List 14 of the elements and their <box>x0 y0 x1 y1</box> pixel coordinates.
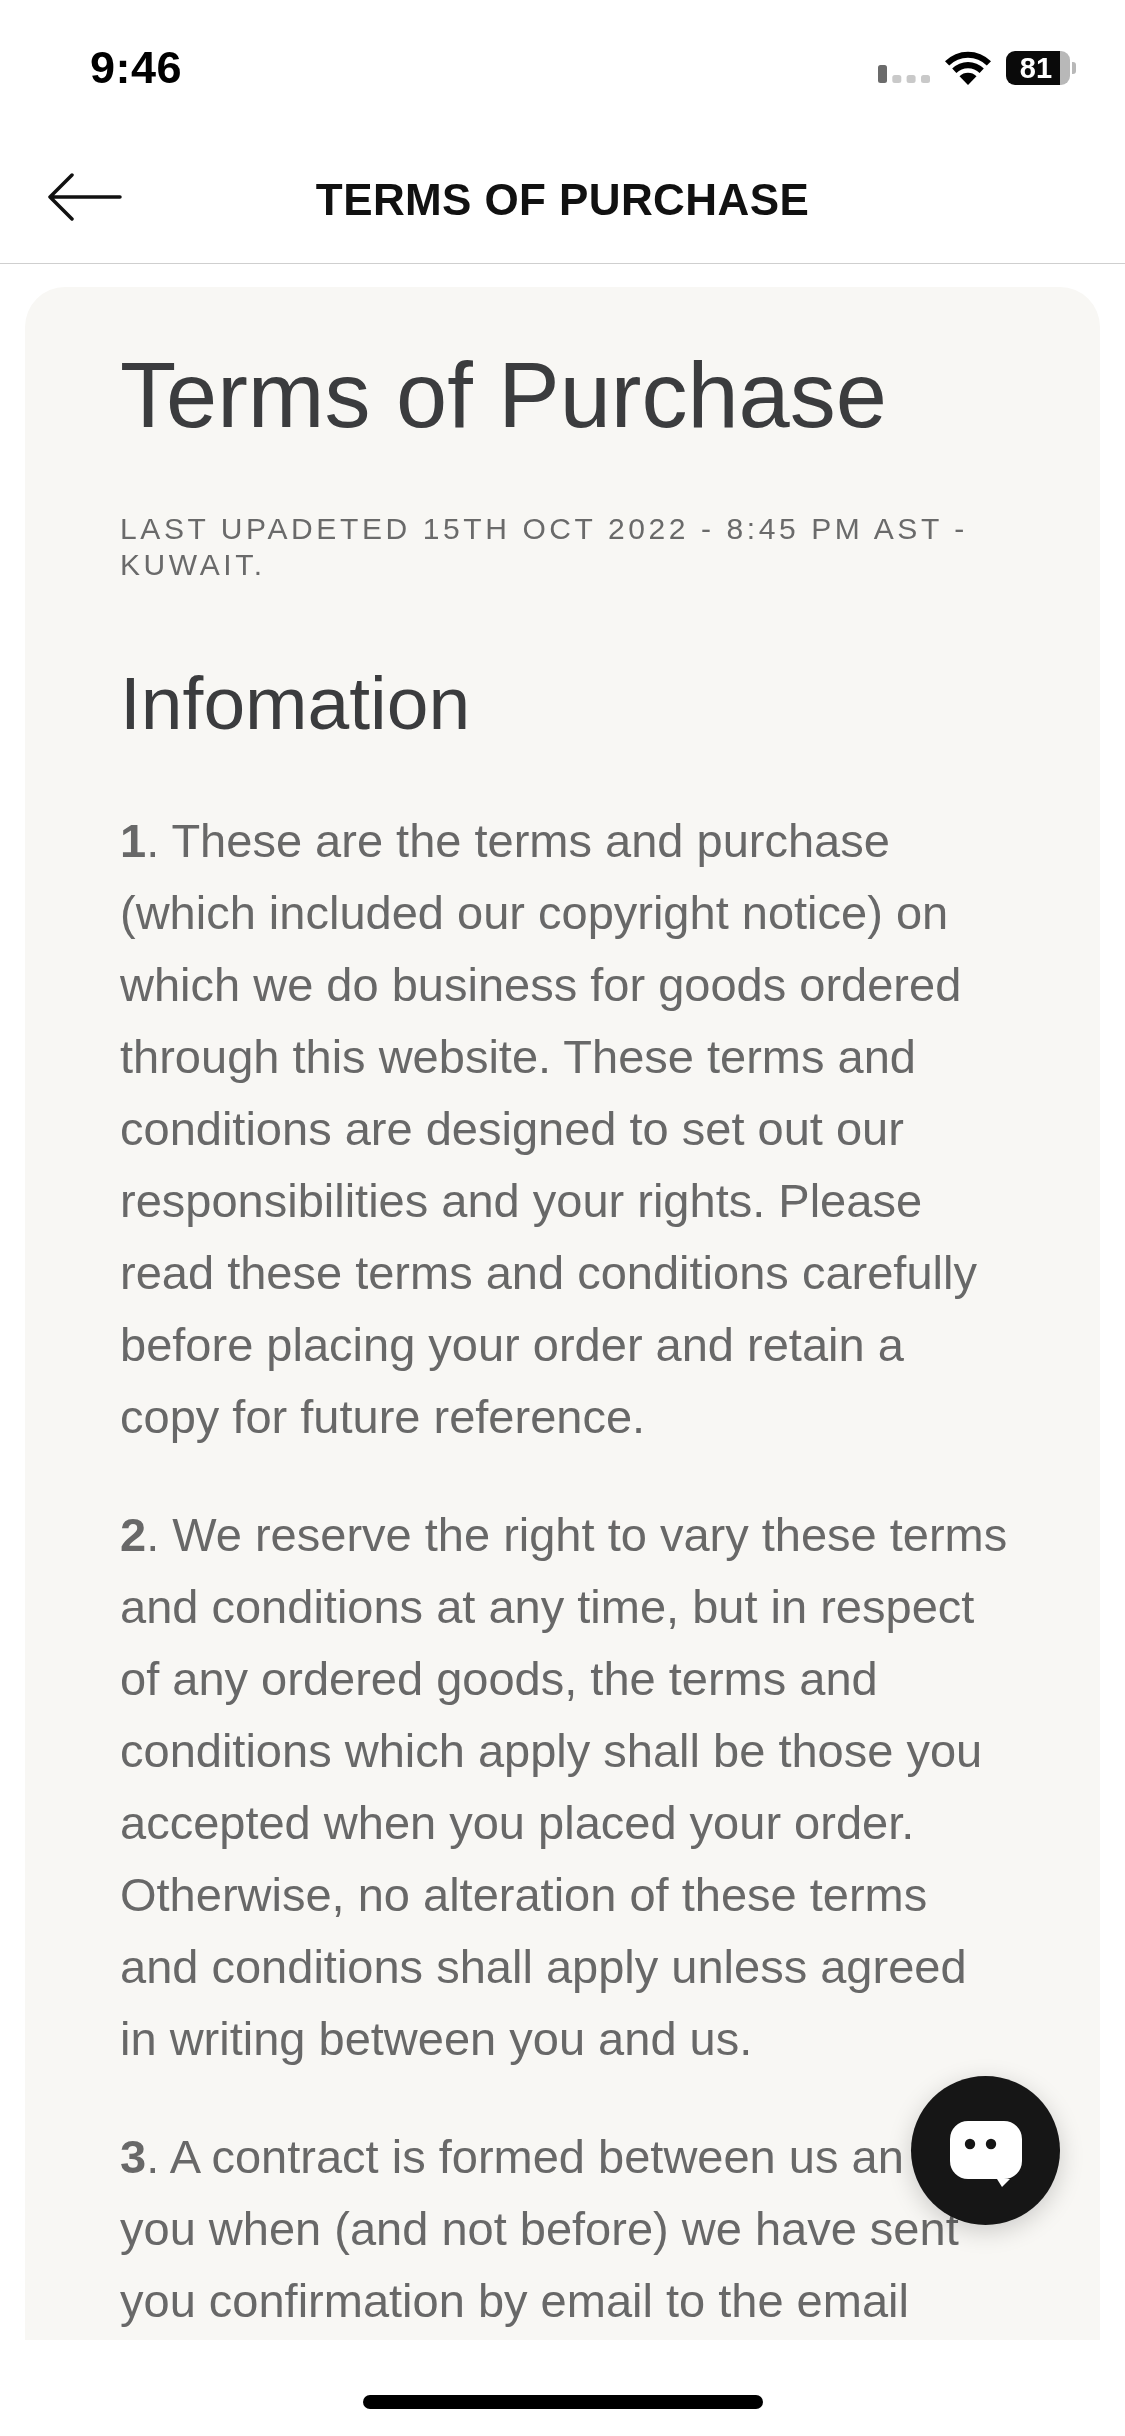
page-title: Terms of Purchase <box>120 345 888 445</box>
last-updated-text: LAST UPADETED 15TH OCT 2022 - 8:45 PM AST - KUWAIT. <box>120 511 969 583</box>
section-heading: Infomation <box>120 661 472 745</box>
cellular-signal-icon <box>878 65 930 83</box>
back-button[interactable] <box>48 173 122 221</box>
wifi-icon <box>945 51 991 85</box>
screen-title: TERMS OF PURCHASE <box>315 174 810 225</box>
chat-bubble-icon <box>949 2120 1022 2187</box>
status-time: 9:46 <box>90 42 183 94</box>
terms-paragraph: 2. We reserve the right to vary these terms and conditions at any time, but in respect of any ordered goods, the terms and conditions which apply shall be those you accepted when you placed your order. Otherwise, no alteration of these terms and conditions shall apply unless agreed in writing between you and us. <box>120 1507 1008 2067</box>
back-arrow-icon <box>48 173 122 221</box>
battery-percentage: 81 <box>1019 53 1053 83</box>
terms-paragraph: 3. A contract is formed between us an you when (and not before) we have sent you confirmation by email to the email <box>120 2129 959 2329</box>
terms-paragraph: 1. These are the terms and purchase (which included our copyright notice) on which we do business for goods ordered through this website. These terms and conditions are designed to set out our responsibilities and your rights. Please read these terms and conditions carefully before placing your order and retain a copy for future reference. <box>120 813 977 1445</box>
